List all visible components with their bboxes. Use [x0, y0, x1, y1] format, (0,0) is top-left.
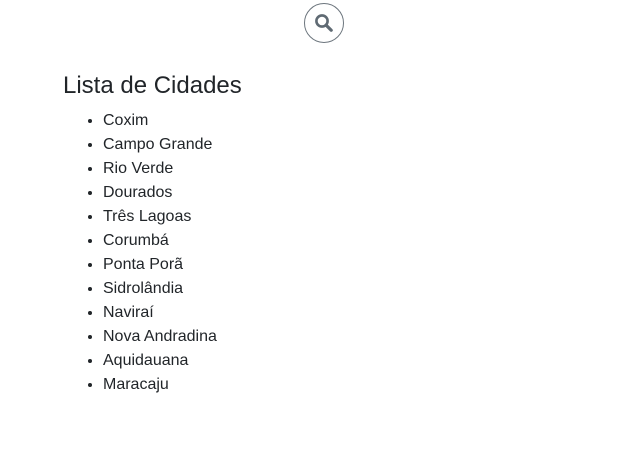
- list-item: Nova Andradina: [103, 325, 217, 349]
- list-item: Rio Verde: [103, 157, 217, 181]
- search-button[interactable]: [304, 3, 344, 43]
- list-item: Três Lagoas: [103, 205, 217, 229]
- list-item: Sidrolândia: [103, 277, 217, 301]
- list-item: Maracaju: [103, 373, 217, 397]
- list-item: Coxim: [103, 109, 217, 133]
- city-list: Coxim Campo Grande Rio Verde Dourados Tr…: [63, 109, 217, 397]
- list-item: Aquidauana: [103, 349, 217, 373]
- list-item: Dourados: [103, 181, 217, 205]
- list-item: Corumbá: [103, 229, 217, 253]
- list-item: Naviraí: [103, 301, 217, 325]
- page: Lista de Cidades Coxim Campo Grande Rio …: [0, 0, 619, 474]
- search-icon: [314, 13, 334, 33]
- list-item: Campo Grande: [103, 133, 217, 157]
- page-title: Lista de Cidades: [63, 72, 242, 99]
- list-item: Ponta Porã: [103, 253, 217, 277]
